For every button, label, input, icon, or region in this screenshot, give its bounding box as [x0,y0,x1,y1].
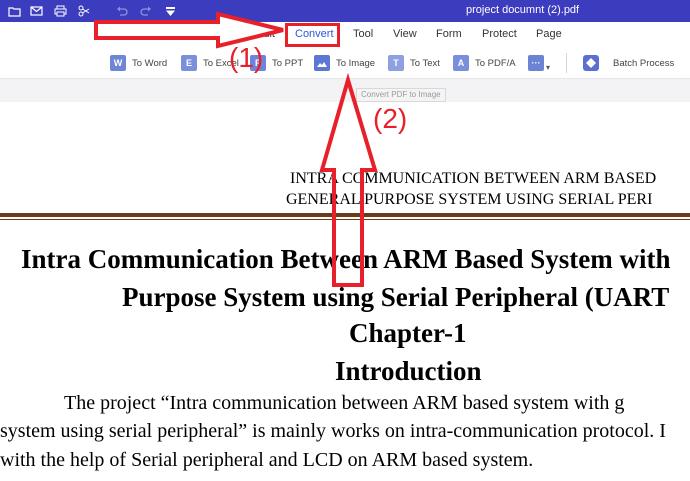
header-rule-thick [0,213,690,217]
more-formats-icon: ··· [528,55,544,71]
document-title-line-2: Purpose System using Serial Peripheral (… [122,282,670,312]
section-heading: Introduction [335,356,482,386]
to-text-label: To Text [410,57,440,69]
paragraph-line-2: system using serial peripheral” is mainl… [0,420,666,442]
paragraph-line-1: The project “Intra communication between… [64,392,625,414]
to-word-button[interactable]: W To Word [110,53,167,73]
menu-edit[interactable]: Edit [256,28,275,40]
page-header-line-2: GENERAL PURPOSE SYSTEM USING SERIAL PERI [286,191,653,208]
page-header-line-1: INTRA COMMUNICATION BETWEEN ARM BASED [290,170,657,187]
batch-process-label: Batch Process [613,57,675,69]
batch-process-button[interactable]: Batch Process [583,53,674,73]
ribbon-divider [566,53,567,73]
step-1-label: (1) [229,42,264,73]
word-icon: W [110,55,126,71]
to-text-button[interactable]: T To Text [388,53,440,73]
scissors-icon[interactable] [76,3,92,19]
dropdown-arrow-icon[interactable] [162,3,178,19]
to-ppt-label: To PPT [272,57,304,69]
more-formats-button[interactable]: ··· ▾ [528,53,550,73]
document-page[interactable]: INTRA COMMUNICATION BETWEEN ARM BASED GE… [0,102,690,481]
chevron-down-icon: ▾ [546,62,551,72]
to-pdfa-button[interactable]: A To PDF/A [453,53,516,73]
mail-icon[interactable] [28,3,44,19]
paragraph-line-3: with the help of Serial peripheral and L… [0,449,534,471]
convert-ribbon: W To Word E To Excel P To PPT To Image T… [0,48,690,78]
batch-process-icon [583,55,599,71]
document-title-line-1: Intra Communication Between ARM Based Sy… [21,244,671,274]
image-icon [314,55,330,71]
text-icon: T [388,55,404,71]
window-title: project documnt (2).pdf [466,4,580,16]
to-word-label: To Word [132,57,168,69]
chapter-heading: Chapter-1 [349,318,467,348]
toolbar-strip [0,78,690,102]
menu-tool[interactable]: Tool [353,28,373,40]
title-bar: project documnt (2).pdf [0,0,690,22]
to-pdfa-label: To PDF/A [475,57,516,69]
print-icon[interactable] [52,3,68,19]
menu-view[interactable]: View [393,28,417,40]
redo-icon[interactable] [138,3,154,19]
header-rule-thin [0,219,690,220]
menu-bar: Comment Edit Convert Tool View Form Prot… [0,22,690,48]
menu-comment[interactable]: Comment [187,28,235,40]
to-image-label: To Image [336,57,376,69]
step-2-label: (2) [373,103,408,134]
to-image-button[interactable]: To Image [314,53,375,73]
menu-form[interactable]: Form [436,28,462,40]
menu-protect[interactable]: Protect [482,28,517,40]
folder-icon[interactable] [6,3,22,19]
pdfa-icon: A [453,55,469,71]
convert-highlight-box [285,23,340,47]
excel-icon: E [181,55,197,71]
to-image-tooltip: Convert PDF to Image [356,88,446,102]
menu-page[interactable]: Page [536,28,562,40]
undo-icon[interactable] [114,3,130,19]
